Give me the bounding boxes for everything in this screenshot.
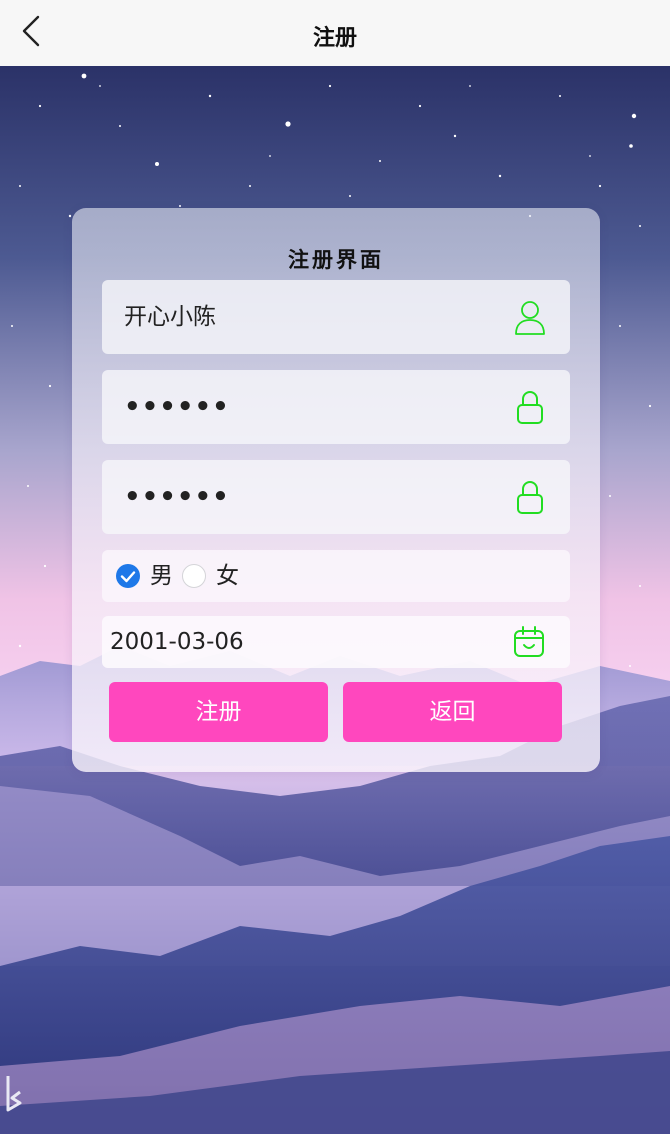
- gender-label-female[interactable]: 女: [216, 550, 239, 602]
- lock-icon: [517, 481, 543, 514]
- birthday-value: 2001-03-06: [110, 629, 244, 655]
- calendar-icon[interactable]: [512, 625, 546, 659]
- username-value: 开心小陈: [124, 304, 216, 330]
- form-title: 注册界面: [288, 247, 384, 272]
- password-value: ••••••: [124, 392, 230, 422]
- user-icon: [515, 301, 545, 335]
- gender-label-male[interactable]: 男: [150, 550, 173, 602]
- lock-icon: [517, 391, 543, 424]
- corner-logo: [6, 1076, 22, 1112]
- username-field[interactable]: 开心小陈: [102, 280, 570, 354]
- check-icon: [120, 571, 136, 583]
- register-button[interactable]: 注册: [109, 682, 328, 742]
- birthday-picker[interactable]: 2001-03-06: [102, 616, 570, 668]
- gender-radio-male[interactable]: [116, 564, 140, 588]
- gender-radio-female[interactable]: [182, 564, 206, 588]
- page-title: 注册: [312, 26, 357, 51]
- confirm-password-value: ••••••: [124, 482, 230, 512]
- password-field[interactable]: ••••••: [102, 370, 570, 444]
- back-button-form[interactable]: 返回: [343, 682, 562, 742]
- confirm-password-field[interactable]: ••••••: [102, 460, 570, 534]
- navbar: 注册: [0, 0, 670, 66]
- register-card: 注册界面 开心小陈 •••••• •••••• 男 女 2001-03-06 注…: [72, 208, 600, 772]
- gender-radio-group: 男 女: [102, 550, 570, 602]
